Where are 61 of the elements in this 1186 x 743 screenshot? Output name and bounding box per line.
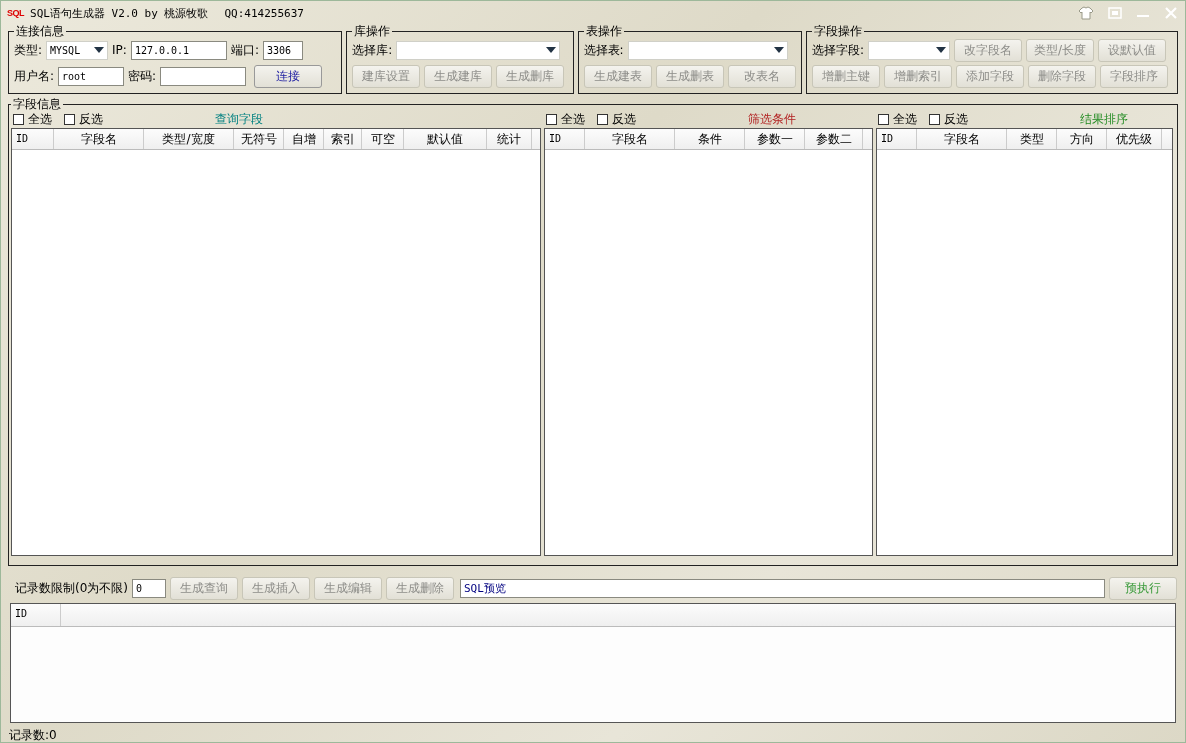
type-label: 类型:	[14, 41, 43, 59]
connect-button[interactable]: 连接	[254, 64, 323, 88]
column-header[interactable]: 自增	[284, 129, 324, 149]
select-dropdown[interactable]	[627, 40, 788, 60]
column-header[interactable]: 默认值	[404, 129, 487, 149]
column-header[interactable]: 索引	[324, 129, 362, 149]
record-limit-field[interactable]: 0	[132, 578, 166, 598]
port-field[interactable]: 3306	[262, 40, 303, 60]
ip-label: IP:	[112, 43, 127, 57]
column-header[interactable]: 优先级	[1107, 129, 1162, 149]
column-header[interactable]: 字段名	[917, 129, 1007, 149]
group-title: 连接信息	[15, 25, 65, 37]
select-label: 选择表:	[583, 41, 624, 59]
shirt-icon[interactable]	[1077, 6, 1095, 20]
column-header[interactable]: 字段名	[585, 129, 675, 149]
select-dropdown[interactable]	[396, 40, 561, 60]
app-logo: SQL	[7, 8, 24, 18]
column-header[interactable]: 无符号	[234, 129, 284, 149]
select-label: 选择库:	[352, 41, 393, 59]
close-icon[interactable]	[1163, 6, 1179, 20]
column-header[interactable]: 条件	[675, 129, 745, 149]
group-title: 字段信息	[12, 98, 62, 110]
column-header[interactable]: ID	[545, 129, 585, 149]
select-all-checkbox[interactable]: 全选	[13, 110, 52, 128]
ip-field[interactable]: 127.0.0.1	[130, 40, 227, 60]
password-label: 密码:	[128, 67, 157, 85]
group-title: 库操作	[353, 25, 392, 37]
invert-selection-checkbox[interactable]: 反选	[929, 110, 968, 128]
port-label: 端口:	[230, 41, 259, 59]
username-label: 用户名:	[14, 67, 55, 85]
group-title: 表操作	[584, 25, 623, 37]
select-all-checkbox[interactable]: 全选	[546, 110, 585, 128]
select-dropdown[interactable]	[868, 40, 950, 60]
contact-text: QQ:414255637	[224, 6, 304, 20]
record-limit-label: 记录数限制(0为不限)	[15, 579, 128, 597]
group-title: 字段操作	[812, 25, 863, 37]
panel-heading: 结果排序	[1080, 110, 1128, 128]
restore-icon[interactable]	[1107, 6, 1123, 20]
column-header[interactable]: 字段名	[54, 129, 144, 149]
select-all-checkbox[interactable]: 全选	[878, 110, 917, 128]
column-header[interactable]: 参数一	[745, 129, 805, 149]
column-header[interactable]: 可空	[362, 129, 404, 149]
column-header[interactable]: ID	[11, 604, 61, 626]
password-field[interactable]	[160, 66, 247, 86]
username-field[interactable]: root	[58, 66, 125, 86]
sql-preview-field[interactable]: SQL预览	[460, 578, 1105, 598]
column-header[interactable]: ID	[877, 129, 917, 149]
window-title: SQL语句生成器 V2.0 by 桃源牧歌	[30, 5, 209, 21]
column-header[interactable]: 类型	[1007, 129, 1057, 149]
column-header[interactable]: 方向	[1057, 129, 1107, 149]
type-dropdown[interactable]: MYSQL	[46, 40, 109, 60]
panel-heading: 查询字段	[215, 110, 263, 128]
column-header[interactable]: 参数二	[805, 129, 863, 149]
panel-heading: 筛选条件	[748, 110, 796, 128]
column-header[interactable]: 类型/宽度	[144, 129, 234, 149]
invert-selection-checkbox[interactable]: 反选	[597, 110, 636, 128]
column-header[interactable]: 统计	[487, 129, 532, 149]
select-label: 选择字段:	[811, 41, 864, 59]
status-text: 记录数:0	[9, 726, 57, 742]
invert-selection-checkbox[interactable]: 反选	[64, 110, 103, 128]
column-header[interactable]: ID	[12, 129, 54, 149]
